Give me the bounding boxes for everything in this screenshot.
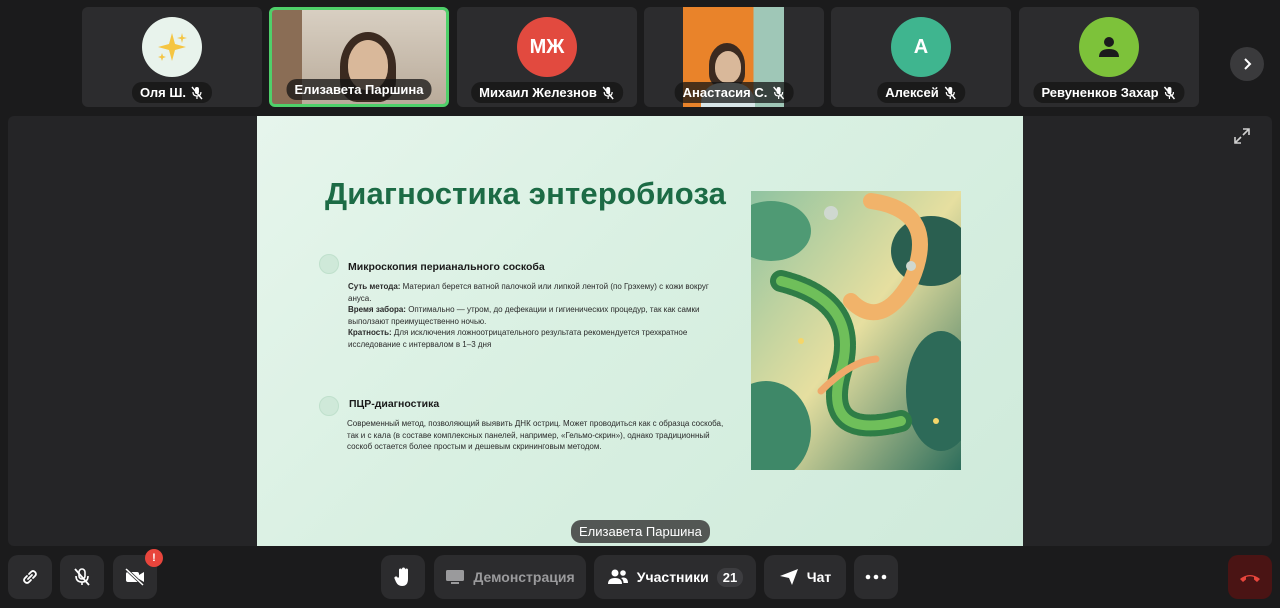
participant-name: Елизавета Паршина <box>294 82 424 97</box>
slide-title: Диагностика энтеробиоза <box>325 176 727 211</box>
speaker-label: Елизавета Паршина <box>571 520 710 543</box>
raise-hand-button[interactable] <box>381 555 425 599</box>
freq-label: Кратность: <box>348 328 392 337</box>
camera-off-icon <box>124 567 145 587</box>
avatar-initials: МЖ <box>529 35 565 58</box>
more-options-button[interactable] <box>854 555 898 599</box>
participant-name: Анастасия С. <box>682 85 768 100</box>
participant-tile-aleksey[interactable]: А Алексей <box>831 7 1011 107</box>
participant-tile-mikhail[interactable]: МЖ Михаил Железнов <box>457 7 637 107</box>
participant-tile-elizaveta[interactable]: Елизавета Паршина <box>269 7 449 107</box>
chevron-right-icon <box>1244 58 1252 70</box>
time-label: Время забора: <box>348 305 406 314</box>
participants-count: 21 <box>716 567 744 587</box>
meeting-window: Оля Ш. Елизавета Паршина МЖ Михаил Желез… <box>0 0 1280 608</box>
method-label: Суть метода: <box>348 282 401 291</box>
bullet-icon <box>319 396 339 416</box>
participant-nameplate: Алексей <box>877 82 965 103</box>
chat-button[interactable]: Чат <box>764 555 846 599</box>
next-participants-button[interactable] <box>1230 47 1264 81</box>
method-line: Суть метода: Материал берется ватной пал… <box>348 281 733 304</box>
participant-tile-zakhar[interactable]: Ревуненков Захар <box>1019 7 1199 107</box>
send-icon <box>779 569 798 585</box>
copy-link-button[interactable] <box>8 555 52 599</box>
camera-warning-badge: ! <box>145 549 163 567</box>
hand-icon <box>394 567 408 586</box>
participant-name: Ревуненков Захар <box>1041 85 1159 100</box>
participant-nameplate: Оля Ш. <box>131 82 213 103</box>
mic-off-icon <box>1164 86 1176 99</box>
section-title: ПЦР-диагностика <box>349 398 440 410</box>
fullscreen-icon[interactable] <box>1232 126 1252 146</box>
bullet-icon <box>319 254 339 274</box>
screen-share-stage: Диагностика энтеробиоза Микроскопия пери… <box>8 116 1272 546</box>
freq-line: Кратность: Для исключения ложноотрицател… <box>348 327 733 350</box>
avatar: А <box>891 17 951 77</box>
mic-toggle-button[interactable] <box>60 555 104 599</box>
presentation-slide: Диагностика энтеробиоза Микроскопия пери… <box>257 116 1023 546</box>
section-body: Современный метод, позволяющий выявить Д… <box>347 419 724 451</box>
sparkles-icon <box>142 17 202 77</box>
participant-name: Алексей <box>885 85 939 100</box>
avatar-initials: А <box>913 35 929 58</box>
section-title: Микроскопия перианального соскоба <box>348 261 545 273</box>
method-text: Материал берется ватной палочкой или лип… <box>348 282 709 303</box>
participant-tile-olya[interactable]: Оля Ш. <box>82 7 262 107</box>
time-line: Время забора: Оптимально — утром, до деф… <box>348 304 733 327</box>
participant-name: Михаил Железнов <box>479 85 597 100</box>
participants-label: Участники <box>636 569 709 585</box>
mic-off-icon <box>602 86 614 99</box>
worm-illustration <box>751 191 961 470</box>
mic-off-icon <box>772 86 784 99</box>
hang-up-icon <box>1240 575 1260 582</box>
more-icon <box>865 574 887 580</box>
screen-share-button[interactable]: Демонстрация <box>434 555 586 599</box>
people-icon <box>607 569 628 584</box>
camera-toggle-button[interactable]: ! <box>113 549 163 599</box>
chat-label: Чат <box>806 569 832 585</box>
avatar: МЖ <box>517 17 577 77</box>
participant-nameplate: Ревуненков Захар <box>1033 82 1185 103</box>
mic-off-icon <box>191 86 203 99</box>
monitor-icon <box>446 570 465 584</box>
section-body: Суть метода: Материал берется ватной пал… <box>348 281 733 350</box>
freq-text: Для исключения ложноотрицательного резул… <box>348 328 688 349</box>
participants-button[interactable]: Участники 21 <box>594 555 756 599</box>
participant-nameplate: Михаил Железнов <box>471 82 623 103</box>
participant-nameplate: Елизавета Паршина <box>286 79 432 100</box>
participant-nameplate: Анастасия С. <box>674 82 794 103</box>
leave-call-button[interactable] <box>1228 555 1272 599</box>
participant-name: Оля Ш. <box>139 85 187 100</box>
mic-off-icon <box>944 86 956 99</box>
participant-tile-anastasia[interactable]: Анастасия С. <box>644 7 824 107</box>
person-icon <box>1079 17 1139 77</box>
mic-off-icon <box>74 568 90 586</box>
screen-share-label: Демонстрация <box>473 569 575 585</box>
link-icon <box>23 570 37 584</box>
